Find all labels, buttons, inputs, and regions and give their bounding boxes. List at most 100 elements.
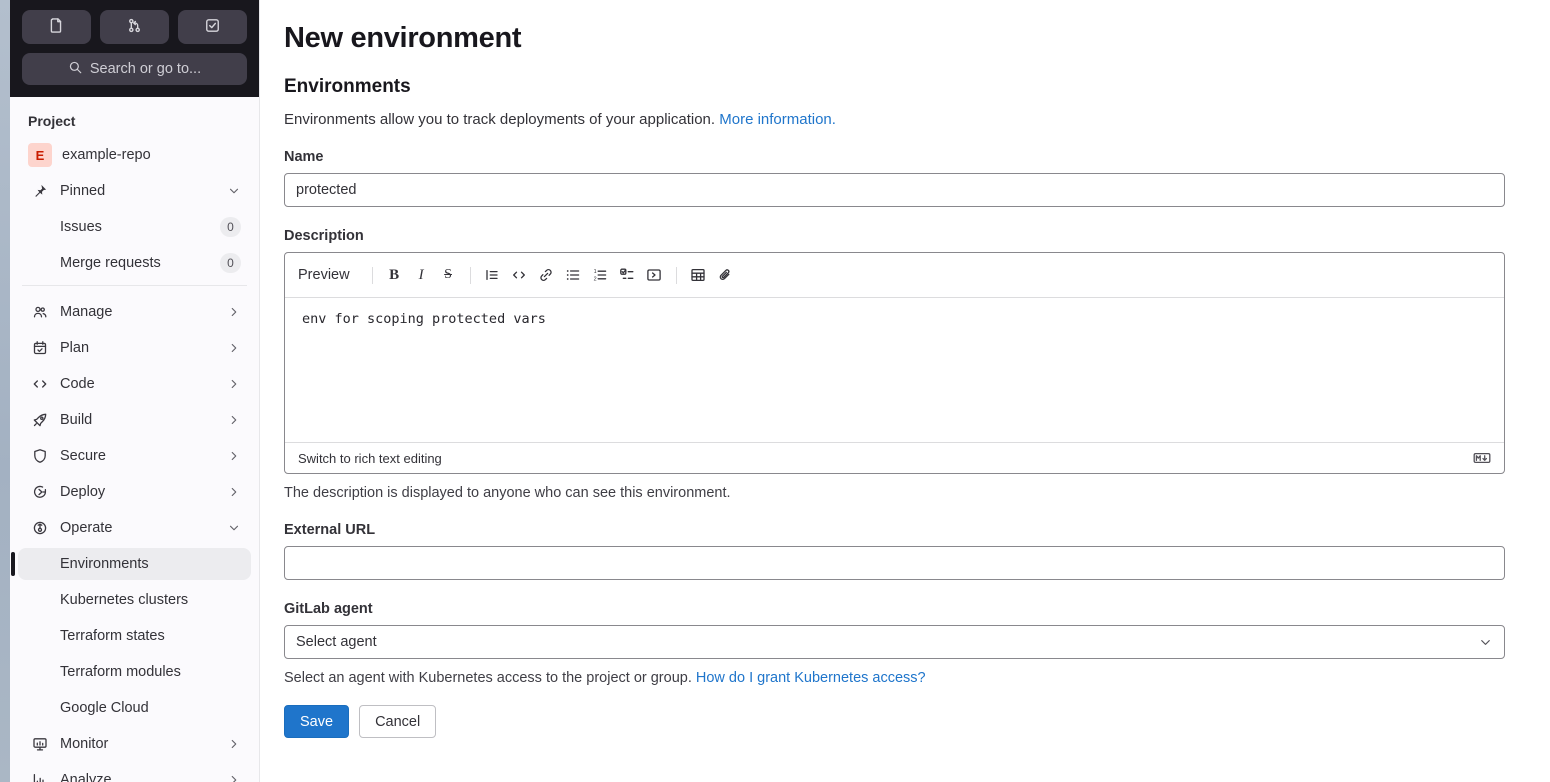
rocket-icon xyxy=(32,412,48,428)
chevron-right-icon xyxy=(227,449,241,463)
deploy-icon xyxy=(32,484,48,500)
sidebar-item-label: Monitor xyxy=(60,736,109,752)
project-avatar: E xyxy=(28,143,52,167)
description-textarea[interactable]: env for scoping protected vars xyxy=(285,298,1504,442)
description-label: Description xyxy=(284,228,364,244)
chevron-right-icon xyxy=(227,773,241,782)
sidebar-item-terraform-modules[interactable]: Terraform modules xyxy=(18,656,251,688)
bold-icon[interactable]: B xyxy=(381,262,408,289)
sidebar-item-label: Secure xyxy=(60,448,106,464)
project-name: example-repo xyxy=(62,147,151,163)
operate-icon xyxy=(32,520,48,536)
toolbar-divider xyxy=(675,266,677,284)
sidebar-item-merge-requests[interactable]: Merge requests 0 xyxy=(18,247,251,279)
chevron-right-icon xyxy=(227,377,241,391)
users-icon xyxy=(32,304,48,320)
bulleted-list-icon[interactable] xyxy=(560,262,587,289)
agent-select-value: Select agent xyxy=(296,634,377,650)
external-url-input[interactable] xyxy=(284,546,1505,580)
environments-section-title: Environments xyxy=(284,76,411,97)
external-url-label: External URL xyxy=(284,522,376,538)
table-icon[interactable] xyxy=(685,262,712,289)
description-helper-text: The description is displayed to anyone w… xyxy=(284,485,731,501)
chevron-right-icon xyxy=(227,341,241,355)
chevron-right-icon xyxy=(227,485,241,499)
todo-icon xyxy=(204,17,221,37)
main-content: New environment Environments Environment… xyxy=(260,0,1550,738)
background-window-edge xyxy=(0,0,10,782)
more-information-link[interactable]: More information. xyxy=(719,111,836,128)
sidebar-item-build[interactable]: Build xyxy=(18,404,251,436)
strikethrough-icon[interactable]: S xyxy=(435,262,462,289)
sidebar-item-label: Operate xyxy=(60,520,113,536)
task-list-icon[interactable] xyxy=(614,262,641,289)
editor-toolbar: Preview B I S 12 xyxy=(285,253,1504,298)
svg-text:1: 1 xyxy=(594,269,597,275)
sidebar-item-label: Merge requests xyxy=(60,255,161,271)
sidebar-item-code[interactable]: Code xyxy=(18,368,251,400)
sidebar-item-label: Deploy xyxy=(60,484,106,500)
agent-helper-body: Select an agent with Kubernetes access t… xyxy=(284,670,696,686)
shield-icon xyxy=(32,448,48,464)
sidebar-item-label: Google Cloud xyxy=(60,700,149,716)
link-icon[interactable] xyxy=(533,262,560,289)
editor-footer: Switch to rich text editing xyxy=(285,442,1504,473)
numbered-list-icon[interactable]: 12 xyxy=(587,262,614,289)
sidebar-item-label: Kubernetes clusters xyxy=(60,592,189,608)
merge-requests-count-badge: 0 xyxy=(220,253,241,273)
collapsible-section-icon[interactable] xyxy=(641,262,668,289)
todo-shortcut-button[interactable] xyxy=(178,10,247,44)
sidebar-item-secure[interactable]: Secure xyxy=(18,440,251,472)
merge-request-icon xyxy=(126,17,143,37)
switch-rich-text-link[interactable]: Switch to rich text editing xyxy=(298,451,442,466)
code-icon[interactable] xyxy=(506,262,533,289)
intro-text: Environments allow you to track deployme… xyxy=(284,111,1505,128)
issues-shortcut-button[interactable] xyxy=(22,10,91,44)
sidebar-item-google-cloud[interactable]: Google Cloud xyxy=(18,692,251,724)
svg-text:2: 2 xyxy=(594,277,597,283)
sidebar-item-deploy[interactable]: Deploy xyxy=(18,476,251,508)
preview-tab[interactable]: Preview xyxy=(298,267,350,283)
monitor-icon xyxy=(32,736,48,752)
sidebar-item-project[interactable]: E example-repo xyxy=(18,139,251,171)
chevron-down-icon xyxy=(227,184,241,198)
sidebar-item-label: Build xyxy=(60,412,93,428)
markdown-icon[interactable] xyxy=(1473,450,1491,466)
kubernetes-access-link[interactable]: How do I grant Kubernetes access? xyxy=(696,670,926,686)
sidebar-header: Search or go to... xyxy=(10,0,259,97)
sidebar-item-terraform-states[interactable]: Terraform states xyxy=(18,620,251,652)
sidebar-item-kubernetes-clusters[interactable]: Kubernetes clusters xyxy=(18,584,251,616)
gitlab-agent-label: GitLab agent xyxy=(284,601,373,617)
merge-requests-shortcut-button[interactable] xyxy=(100,10,169,44)
name-label: Name xyxy=(284,149,324,165)
cancel-button[interactable]: Cancel xyxy=(359,705,437,738)
save-button[interactable]: Save xyxy=(284,705,350,738)
chevron-down-icon xyxy=(227,521,241,535)
sidebar-item-analyze[interactable]: Analyze xyxy=(18,764,251,782)
sidebar-item-operate[interactable]: Operate xyxy=(18,512,251,544)
sidebar-item-label: Code xyxy=(60,376,95,392)
sidebar: Search or go to... Project E example-rep… xyxy=(10,0,260,782)
sidebar-item-issues[interactable]: Issues 0 xyxy=(18,211,251,243)
chart-icon xyxy=(32,772,48,782)
sidebar-item-pinned[interactable]: Pinned xyxy=(18,175,251,207)
chevron-right-icon xyxy=(227,305,241,319)
name-input[interactable] xyxy=(284,173,1505,207)
sidebar-divider xyxy=(22,285,247,286)
sidebar-item-label: Manage xyxy=(60,304,113,320)
sidebar-item-manage[interactable]: Manage xyxy=(18,296,251,328)
sidebar-item-environments[interactable]: Environments xyxy=(11,548,251,580)
attach-file-icon[interactable] xyxy=(712,262,739,289)
sidebar-item-monitor[interactable]: Monitor xyxy=(18,728,251,760)
quote-icon[interactable] xyxy=(479,262,506,289)
agent-select[interactable]: Select agent xyxy=(284,625,1505,659)
intro-text-body: Environments allow you to track deployme… xyxy=(284,111,720,128)
toolbar-divider xyxy=(371,266,373,284)
italic-icon[interactable]: I xyxy=(408,262,435,289)
sidebar-item-label: Issues xyxy=(60,219,102,235)
page-title: New environment xyxy=(284,22,522,54)
sidebar-item-plan[interactable]: Plan xyxy=(18,332,251,364)
description-editor: Preview B I S 12 env for scoping protect… xyxy=(284,252,1505,474)
agent-helper-text: Select an agent with Kubernetes access t… xyxy=(284,670,1505,686)
search-input[interactable]: Search or go to... xyxy=(22,53,247,85)
